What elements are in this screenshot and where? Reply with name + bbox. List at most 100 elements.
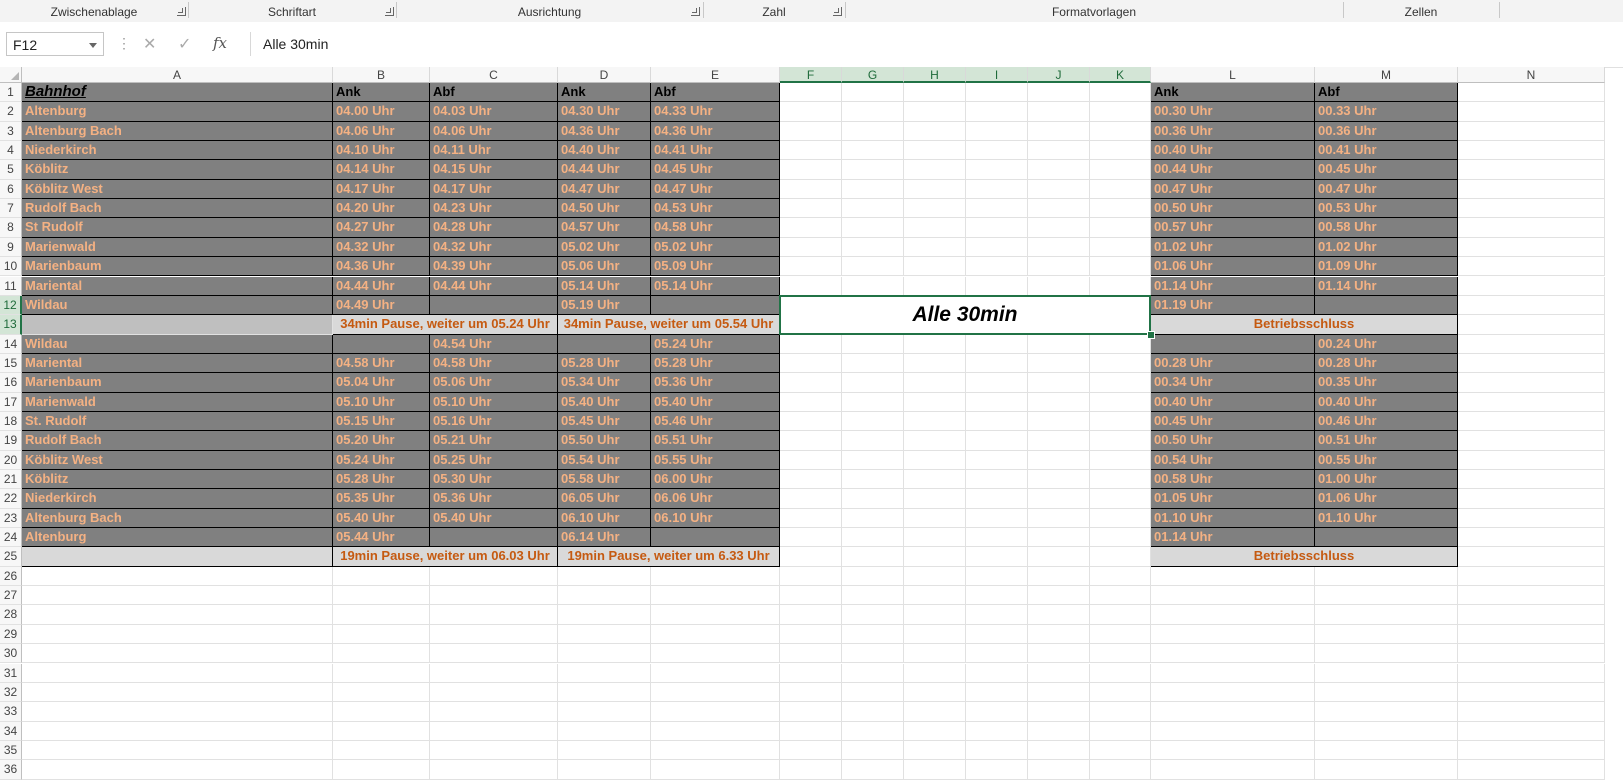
cell[interactable] (1458, 411, 1605, 432)
station-cell[interactable]: Köblitz (22, 160, 333, 180)
cell[interactable] (904, 489, 966, 509)
cell[interactable] (780, 237, 842, 258)
time-cell[interactable] (558, 334, 651, 354)
closing-note[interactable]: Betriebsschluss (1151, 547, 1458, 567)
cell[interactable] (966, 586, 1028, 606)
cell[interactable] (1090, 760, 1151, 780)
time-cell[interactable]: 04.30 Uhr (558, 102, 651, 122)
cell[interactable] (1090, 663, 1151, 683)
cell[interactable] (430, 605, 558, 625)
cell[interactable] (780, 721, 842, 741)
cell[interactable] (22, 644, 333, 664)
time-cell[interactable]: 05.40 Uhr (333, 508, 430, 529)
cell[interactable] (651, 682, 780, 703)
cell[interactable] (1028, 547, 1090, 567)
cell[interactable] (780, 740, 842, 761)
cell[interactable] (651, 586, 780, 606)
cell[interactable] (22, 760, 333, 780)
time-cell[interactable]: 00.50 Uhr (1151, 199, 1315, 219)
time-cell[interactable]: 04.28 Uhr (430, 218, 558, 238)
cell[interactable] (651, 663, 780, 683)
cell[interactable] (430, 740, 558, 761)
cell[interactable] (904, 624, 966, 645)
cell[interactable] (430, 721, 558, 741)
time-cell[interactable]: 05.19 Uhr (558, 295, 651, 316)
row-header-12[interactable]: 12 (0, 295, 22, 316)
cell[interactable] (1458, 160, 1605, 180)
pause-note[interactable]: 34min Pause, weiter um 05.54 Uhr (558, 315, 780, 335)
cell[interactable] (430, 586, 558, 606)
cell[interactable] (22, 663, 333, 683)
cell[interactable] (904, 237, 966, 258)
cell[interactable] (430, 702, 558, 722)
cell[interactable] (333, 586, 430, 606)
time-cell[interactable]: 05.50 Uhr (558, 431, 651, 451)
time-cell[interactable]: 01.02 Uhr (1315, 237, 1458, 258)
cell[interactable] (333, 682, 430, 703)
cell[interactable] (780, 199, 842, 219)
time-cell[interactable]: 05.06 Uhr (558, 257, 651, 277)
cell[interactable] (430, 644, 558, 664)
time-cell[interactable]: 05.02 Uhr (558, 237, 651, 258)
cell[interactable] (1090, 353, 1151, 374)
cell[interactable] (333, 721, 430, 741)
time-cell[interactable]: 00.35 Uhr (1315, 373, 1458, 393)
time-cell[interactable]: 05.28 Uhr (651, 353, 780, 374)
cell[interactable] (780, 334, 842, 354)
row-header-35[interactable]: 35 (0, 740, 22, 761)
time-cell[interactable] (1315, 295, 1458, 316)
time-cell[interactable]: 05.40 Uhr (430, 508, 558, 529)
time-cell[interactable]: 05.44 Uhr (333, 528, 430, 548)
time-cell[interactable]: 01.14 Uhr (1151, 276, 1315, 296)
time-cell[interactable]: 05.04 Uhr (333, 373, 430, 393)
cell[interactable] (904, 721, 966, 741)
cell[interactable] (1458, 102, 1605, 122)
time-cell[interactable]: 00.58 Uhr (1315, 218, 1458, 238)
cell[interactable] (1458, 315, 1605, 335)
time-cell[interactable]: 00.47 Uhr (1151, 179, 1315, 200)
cell[interactable] (1090, 179, 1151, 200)
time-cell[interactable] (651, 528, 780, 548)
cell[interactable] (1458, 528, 1605, 548)
cell[interactable] (1458, 257, 1605, 277)
cell[interactable] (904, 528, 966, 548)
cell[interactable] (1315, 702, 1458, 722)
time-cell[interactable]: 00.51 Uhr (1315, 431, 1458, 451)
cell[interactable] (966, 257, 1028, 277)
row-header-16[interactable]: 16 (0, 373, 22, 393)
cell[interactable] (780, 682, 842, 703)
cell[interactable] (966, 83, 1028, 103)
cell[interactable] (780, 102, 842, 122)
time-cell[interactable]: 06.06 Uhr (651, 489, 780, 509)
cell[interactable] (558, 566, 651, 587)
cell[interactable] (1028, 257, 1090, 277)
cell[interactable] (1028, 682, 1090, 703)
cell[interactable] (780, 489, 842, 509)
time-cell[interactable] (1151, 334, 1315, 354)
time-cell[interactable]: 00.50 Uhr (1151, 431, 1315, 451)
time-cell[interactable]: 05.55 Uhr (651, 450, 780, 470)
cell[interactable] (966, 353, 1028, 374)
cell[interactable] (780, 431, 842, 451)
pause-note[interactable]: 34min Pause, weiter um 05.24 Uhr (333, 315, 558, 335)
header-abf[interactable]: Abf (430, 83, 558, 103)
row-header-18[interactable]: 18 (0, 411, 22, 432)
cell[interactable] (1090, 547, 1151, 567)
cell[interactable] (1151, 586, 1315, 606)
time-cell[interactable]: 04.53 Uhr (651, 199, 780, 219)
cell[interactable] (904, 218, 966, 238)
cell[interactable] (966, 470, 1028, 490)
cell[interactable] (966, 760, 1028, 780)
time-cell[interactable]: 05.25 Uhr (430, 450, 558, 470)
cell[interactable] (1028, 160, 1090, 180)
time-cell[interactable]: 04.58 Uhr (430, 353, 558, 374)
time-cell[interactable]: 00.33 Uhr (1315, 102, 1458, 122)
row-header-27[interactable]: 27 (0, 586, 22, 606)
cell[interactable] (842, 721, 904, 741)
cell[interactable] (780, 644, 842, 664)
cell[interactable] (904, 141, 966, 161)
time-cell[interactable]: 05.46 Uhr (651, 411, 780, 432)
cell[interactable] (904, 702, 966, 722)
header-abf[interactable]: Abf (1315, 83, 1458, 103)
select-all-button[interactable] (0, 67, 22, 83)
